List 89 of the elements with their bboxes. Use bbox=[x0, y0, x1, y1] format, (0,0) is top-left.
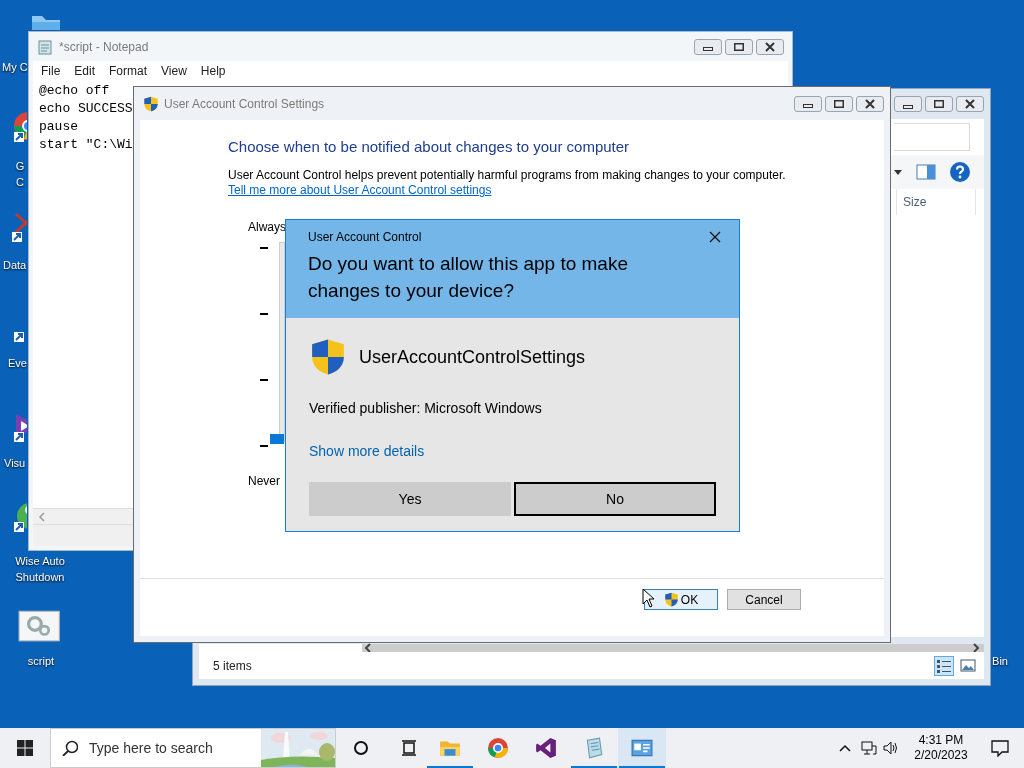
code-line: pause bbox=[39, 118, 78, 136]
desktop-icon-label[interactable]: Eve bbox=[8, 355, 27, 371]
close-button[interactable] bbox=[756, 38, 784, 55]
visual-studio-icon bbox=[535, 737, 557, 759]
slider-tick bbox=[260, 445, 268, 447]
close-icon bbox=[965, 99, 975, 109]
menu-item[interactable]: View bbox=[161, 62, 187, 80]
app-name: UserAccountControlSettings bbox=[359, 345, 586, 369]
desktop-icon-label[interactable]: Visu bbox=[4, 455, 26, 471]
start-icon[interactable] bbox=[17, 740, 33, 756]
menu-item[interactable]: Help bbox=[200, 62, 226, 80]
task-view-icon[interactable] bbox=[401, 740, 417, 756]
desktop-icon-label[interactable]: script bbox=[24, 653, 58, 669]
slider-tick bbox=[260, 379, 268, 381]
clock-date: 2/20/2023 bbox=[914, 748, 968, 763]
no-button[interactable]: No bbox=[514, 482, 716, 516]
code-line: start "C:\Wi bbox=[39, 136, 133, 154]
chrome-icon bbox=[487, 737, 509, 759]
dialog-title: User Account Control bbox=[308, 229, 422, 246]
desktop-icon-label[interactable]: Bin bbox=[990, 653, 1010, 669]
address-field[interactable] bbox=[894, 123, 970, 151]
volume-icon[interactable] bbox=[883, 740, 899, 756]
taskbar-button[interactable] bbox=[618, 728, 666, 768]
menu-item[interactable]: File bbox=[41, 62, 61, 80]
slider-label: Always bbox=[248, 219, 286, 236]
slider-tick bbox=[260, 313, 268, 315]
ok-button[interactable]: OK bbox=[644, 589, 718, 610]
clock-time: 4:31 PM bbox=[918, 733, 964, 748]
network-icon[interactable] bbox=[861, 740, 877, 756]
status-text: 5 items bbox=[213, 657, 252, 675]
cursor-icon bbox=[642, 588, 655, 609]
shield-icon bbox=[309, 338, 347, 376]
maximize-icon bbox=[834, 99, 844, 108]
slider-thumb[interactable] bbox=[270, 434, 284, 444]
cortana-icon[interactable] bbox=[353, 740, 369, 756]
maximize-button[interactable] bbox=[825, 95, 853, 112]
search-icon bbox=[62, 740, 78, 756]
close-button[interactable] bbox=[956, 96, 984, 112]
code-line: @echo off bbox=[39, 82, 110, 100]
horizontal-scrollbar[interactable] bbox=[362, 644, 984, 652]
menu-item[interactable]: Edit bbox=[74, 62, 96, 80]
minimize-button[interactable] bbox=[794, 95, 822, 112]
preview-pane-icon[interactable] bbox=[916, 164, 936, 180]
maximize-icon bbox=[734, 42, 744, 51]
code-line: echo SUCCESS bbox=[39, 100, 133, 118]
menu-item[interactable]: Format bbox=[109, 62, 148, 80]
control-panel-icon bbox=[631, 737, 653, 759]
desktop-icon-label[interactable]: Wise Auto Shutdown bbox=[6, 553, 74, 585]
minimize-icon bbox=[803, 104, 813, 108]
close-icon bbox=[865, 98, 875, 109]
dropdown-arrow-icon[interactable] bbox=[894, 169, 902, 175]
minimize-button[interactable] bbox=[694, 38, 722, 55]
slider-tick bbox=[260, 247, 268, 249]
desktop-icon-label[interactable]: My C bbox=[2, 59, 28, 75]
search-placeholder: Type here to search bbox=[89, 738, 214, 758]
window-title: *script - Notepad bbox=[59, 38, 150, 56]
publisher-text: Verified publisher: Microsoft Windows bbox=[309, 399, 542, 418]
large-icons-view-button[interactable] bbox=[960, 657, 976, 674]
description: User Account Control helps prevent potentially harmful programs from making changes to your computer. bbox=[228, 168, 787, 183]
desktop-icon-label[interactable]: Data bbox=[3, 257, 27, 273]
yes-button[interactable]: Yes bbox=[309, 482, 511, 516]
maximize-button[interactable] bbox=[725, 38, 753, 55]
help-icon[interactable] bbox=[950, 162, 970, 182]
search-field[interactable]: Type here to search bbox=[50, 728, 336, 768]
learn-more-link[interactable]: Tell me more about User Account Control settings bbox=[228, 183, 492, 198]
minimize-icon bbox=[703, 47, 713, 51]
slider[interactable] bbox=[270, 242, 285, 444]
maximize-button[interactable] bbox=[925, 96, 953, 112]
heading: Choose when to be notified about changes to your computer bbox=[228, 137, 631, 157]
minimize-icon bbox=[903, 104, 913, 109]
dialog-question: Do you want to allow this app to make changes to your device? bbox=[308, 252, 629, 303]
window-title: User Account Control Settings bbox=[164, 95, 326, 113]
details-view-button[interactable] bbox=[934, 655, 954, 676]
clock[interactable]: 4:31 PM 2/20/2023 bbox=[905, 733, 977, 763]
desktop-icon-label[interactable]: G C bbox=[8, 158, 32, 190]
close-icon[interactable] bbox=[709, 231, 721, 243]
close-icon bbox=[765, 41, 775, 52]
scroll-left-icon[interactable] bbox=[364, 643, 372, 653]
shield-icon bbox=[143, 95, 159, 112]
notepad-icon bbox=[37, 38, 53, 55]
show-details-link[interactable]: Show more details bbox=[309, 441, 425, 462]
show-hidden-icons-icon[interactable] bbox=[839, 744, 851, 752]
minimize-button[interactable] bbox=[894, 96, 922, 112]
maximize-icon bbox=[934, 100, 944, 108]
notifications-icon[interactable] bbox=[991, 739, 1009, 757]
close-button[interactable] bbox=[856, 95, 884, 112]
slider-label: Never bbox=[248, 473, 280, 490]
scroll-right-icon[interactable] bbox=[972, 643, 980, 653]
cancel-button[interactable]: Cancel bbox=[727, 589, 801, 610]
